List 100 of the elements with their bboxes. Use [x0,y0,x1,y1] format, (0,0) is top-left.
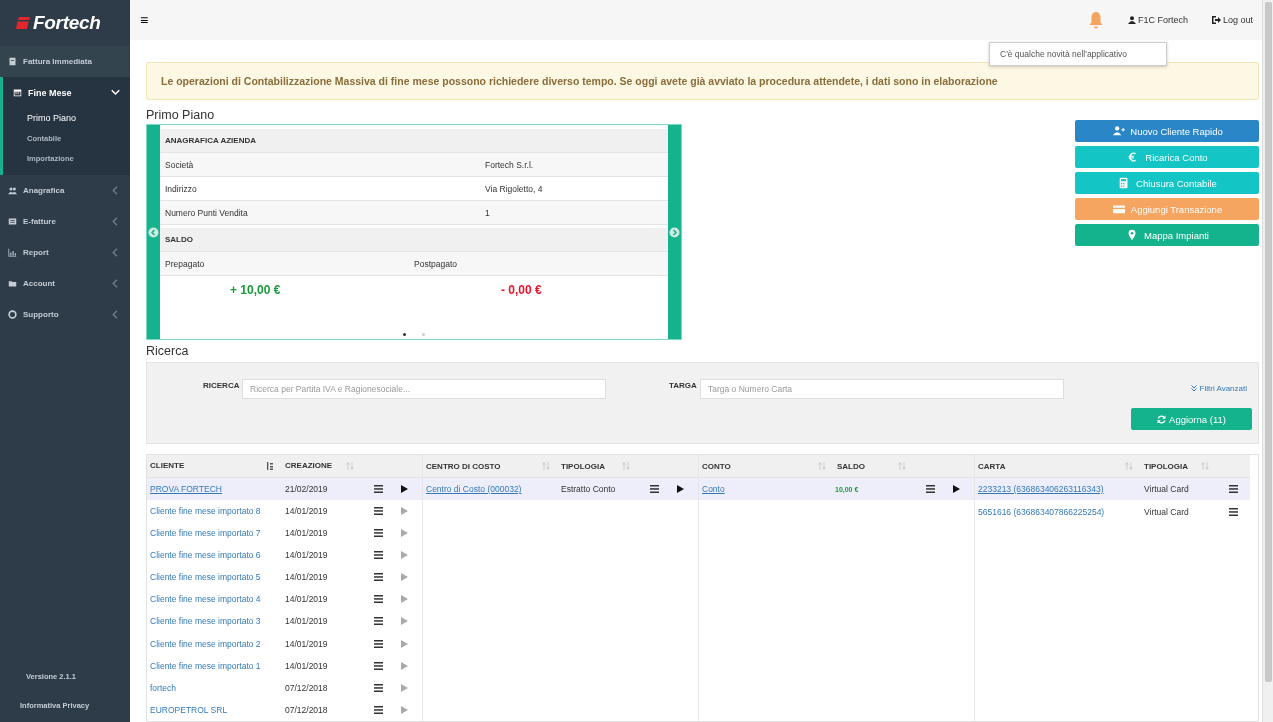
table-cell-text: 14/01/2019 [284,528,329,538]
balance-amount: - 0,00 € [501,283,542,297]
table-link[interactable]: 2233213 (636863406263116343) [975,484,1141,495]
column-header[interactable]: CONTO [702,461,731,471]
table-link[interactable]: Cliente fine mese importato 1 [147,660,282,671]
menu-icon[interactable] [1229,507,1238,516]
menu-icon[interactable] [374,573,383,582]
table-cell-text: 14/01/2019 [284,638,329,649]
table-cell-text: 14/01/2019 [284,660,329,671]
table-link[interactable]: Cliente fine mese importato 4 [147,594,282,605]
sort-icon[interactable] [818,462,826,470]
sort-icon[interactable] [898,462,906,470]
column-header[interactable]: TIPOLOGIA [561,461,605,471]
table-link[interactable]: Conto [699,484,834,495]
menu-icon[interactable] [374,705,383,714]
carousel-dot[interactable] [422,333,425,336]
menu-button[interactable]: ≡ [140,12,1064,28]
column-header[interactable]: CLIENTE [150,461,185,471]
bell-icon[interactable] [1087,11,1104,29]
carousel-dot[interactable] [403,333,406,336]
table-link[interactable]: Cliente fine mese importato 8 [147,505,282,516]
sign-out-icon [1211,16,1221,24]
alert-message: Le operazioni di Contabilizzazione Massiva di fine mese possono richiedere diverso tempo. Se oggi avete già avviato la procedura attendete, i dati sono in elaborazione [146,62,1259,100]
section-heading: ANAGRAFICA AZIENDA [165,136,256,145]
search-field[interactable]: Ricerca per Partita IVA e Ragionesociale... [242,379,606,399]
play-icon[interactable] [952,485,961,494]
double-chevron-down-icon [1190,385,1197,392]
field-label: RICERCA [203,381,240,390]
user-menu[interactable]: F1C Fortech [1127,15,1188,25]
table-link[interactable]: EUROPETROL SRL [147,704,282,715]
sort-icon[interactable] [622,462,630,470]
chevron-left-icon[interactable] [148,226,159,238]
sort-icon[interactable] [1201,462,1209,470]
menu-icon[interactable] [374,595,383,604]
sidebar-item[interactable]: Supporto [0,299,130,330]
menu-icon[interactable] [374,617,383,626]
column-header[interactable]: CENTRO DI COSTO [426,461,501,471]
play-icon[interactable] [676,485,685,494]
chevron-left-icon [111,279,120,288]
sidebar-item[interactable]: Account [0,268,130,299]
table-link[interactable]: fortech [147,682,282,693]
menu-icon[interactable] [374,529,383,537]
table-link[interactable]: Centro di Costo (000032) [423,484,558,495]
section-heading: SALDO [165,235,193,244]
field-value: Via Rigoletto, 4 [485,183,543,194]
column-header[interactable]: CARTA [978,461,1006,471]
table-cell-text: 14/01/2019 [284,616,329,627]
users-icon [8,186,17,195]
menu-icon[interactable] [374,639,383,648]
column-header[interactable]: TIPOLOGIA [1144,461,1188,471]
menu-icon[interactable] [650,485,659,494]
table-link[interactable]: Cliente fine mese importato 3 [147,616,282,627]
table-link[interactable]: Cliente fine mese importato 5 [147,572,282,583]
section-title: Ricerca [146,344,189,358]
menu-icon[interactable] [374,551,383,560]
table-cell-text: 14/01/2019 [284,505,329,516]
sidebar-subitem[interactable]: Primo Piano [3,108,130,129]
table-link[interactable]: Cliente fine mese importato 6 [147,550,282,561]
menu-icon[interactable] [374,661,383,670]
action-button[interactable]: Nuovo Cliente Rapido [1075,120,1259,142]
document-icon [8,57,17,66]
chevron-left-icon [111,248,120,257]
scrollbar[interactable] [1262,0,1273,722]
table-cell-text: 21/02/2019 [284,483,329,494]
table-link[interactable]: 5651616 (636863407866225254) [975,506,1141,517]
menu-icon[interactable] [1229,485,1238,494]
sidebar-item[interactable]: Anagrafica [0,175,130,206]
table-link[interactable]: Cliente fine mese importato 7 [147,528,282,538]
notification-tooltip: C'è qualche novità nell'applicativo [989,42,1167,66]
field-label: Indirizzo [165,183,198,194]
chevron-down-icon [111,88,120,97]
table-link[interactable]: PROVA FORTECH [147,483,282,494]
menu-icon[interactable] [374,683,383,692]
menu-icon[interactable] [374,506,383,515]
sort-icon[interactable] [346,461,354,470]
sidebar-item[interactable]: Fine Mese [0,77,130,108]
sort-icon[interactable] [542,462,550,470]
menu-icon[interactable] [926,485,935,494]
filters-link[interactable]: Filtri Avanzati [1190,384,1247,393]
menu-icon[interactable] [374,484,383,493]
plate-field[interactable]: Targa o Numero Carta [700,379,1064,399]
logout-link[interactable]: Log out [1211,15,1253,25]
sort-icon[interactable] [1125,462,1133,470]
chevron-right-icon[interactable] [669,226,680,238]
play-icon[interactable] [400,484,409,493]
table-link[interactable]: Cliente fine mese importato 2 [147,638,282,649]
sidebar-item[interactable]: Fattura Immediata [0,46,130,77]
logo-icon [16,17,30,29]
table-cell-text: 14/01/2019 [284,572,329,583]
sidebar-item[interactable]: E-fatture [0,206,130,237]
column-header[interactable]: SALDO [837,461,865,471]
column-header[interactable]: CREAZIONE [285,461,333,471]
section-title: Primo Piano [146,108,215,122]
table-cell-text: 07/12/2018 [284,704,329,715]
sort-descending-icon[interactable] [266,461,274,470]
sidebar-item[interactable]: Report [0,237,130,268]
users-icon [1111,125,1126,137]
user-icon [1127,16,1136,24]
field-label: Società [165,159,195,170]
table-cell-text: 07/12/2018 [284,682,329,693]
